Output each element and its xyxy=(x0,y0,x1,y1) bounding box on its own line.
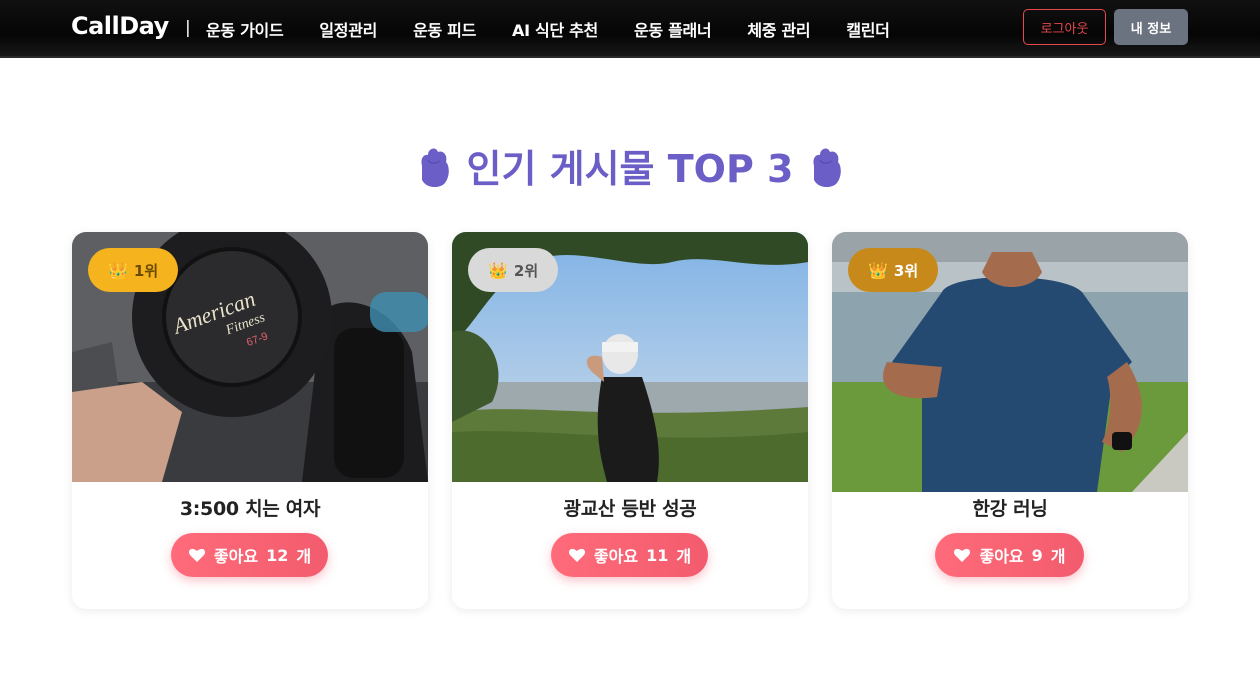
main-menu: 운동 가이드 일정관리 운동 피드 AI 식단 추천 운동 플래너 체중 관리 … xyxy=(206,17,926,41)
crown-icon: 👑 xyxy=(488,260,508,280)
rank-label: 3위 xyxy=(893,261,919,280)
like-label: 좋아요 xyxy=(593,547,639,566)
post-title[interactable]: 한강 러닝 xyxy=(832,494,1188,521)
like-label: 좋아요 xyxy=(979,547,1024,566)
like-unit: 개 xyxy=(676,547,692,566)
crown-icon: 👑 xyxy=(108,260,128,280)
nav-item-schedule[interactable]: 일정관리 xyxy=(319,17,377,41)
rank-badge: 👑 1위 xyxy=(88,248,179,292)
post-title[interactable]: 3:500 치는 여자 xyxy=(72,494,428,521)
top-navbar: CallDay | 운동 가이드 일정관리 운동 피드 AI 식단 추천 운동 … xyxy=(0,0,1260,58)
nav-item-exercise-planner[interactable]: 운동 플래너 xyxy=(634,17,712,41)
like-count: 9 xyxy=(1031,545,1043,565)
crown-icon: 👑 xyxy=(868,260,888,280)
like-count: 12 xyxy=(266,545,289,565)
post-title[interactable]: 광교산 등반 성공 xyxy=(452,494,808,521)
post-card[interactable]: American Fitness 67-9 👑 1위 3:500 치는 여자 좋… xyxy=(72,232,428,609)
my-info-button[interactable]: 내 정보 xyxy=(1114,9,1188,45)
like-button[interactable]: 좋아요 11 개 xyxy=(551,533,708,577)
heart-icon xyxy=(188,548,205,562)
post-card[interactable]: 👑 2위 광교산 등반 성공 좋아요 11 개 xyxy=(452,232,808,609)
nav-item-calendar[interactable]: 캘린더 xyxy=(846,17,890,41)
post-card[interactable]: 👑 3위 한강 러닝 좋아요 9 개 xyxy=(832,232,1188,609)
section-heading: 인기 게시물 TOP 3 xyxy=(0,138,1260,193)
like-unit: 개 xyxy=(1050,547,1066,566)
section-title-text: 인기 게시물 TOP 3 xyxy=(466,147,794,191)
like-button[interactable]: 좋아요 9 개 xyxy=(935,533,1084,577)
like-label: 좋아요 xyxy=(213,547,259,566)
like-unit: 개 xyxy=(296,547,312,566)
nav-item-weight[interactable]: 체중 관리 xyxy=(747,17,810,41)
heart-icon xyxy=(954,548,971,562)
nav-item-exercise-feed[interactable]: 운동 피드 xyxy=(413,17,476,41)
brand-separator: | xyxy=(185,18,191,38)
brand-logo[interactable]: CallDay xyxy=(71,12,169,40)
rank-badge: 👑 2위 xyxy=(468,248,559,292)
fist-icon xyxy=(812,147,841,187)
heart-icon xyxy=(568,548,585,562)
like-count: 11 xyxy=(646,545,669,565)
rank-label: 1위 xyxy=(133,261,159,280)
rank-badge: 👑 3위 xyxy=(848,248,939,292)
like-button[interactable]: 좋아요 12 개 xyxy=(171,533,328,577)
nav-item-ai-diet[interactable]: AI 식단 추천 xyxy=(512,17,598,41)
rank-label: 2위 xyxy=(513,261,539,280)
fist-icon xyxy=(421,147,450,187)
logout-button[interactable]: 로그아웃 xyxy=(1023,9,1106,45)
nav-item-exercise-guide[interactable]: 운동 가이드 xyxy=(206,17,284,41)
